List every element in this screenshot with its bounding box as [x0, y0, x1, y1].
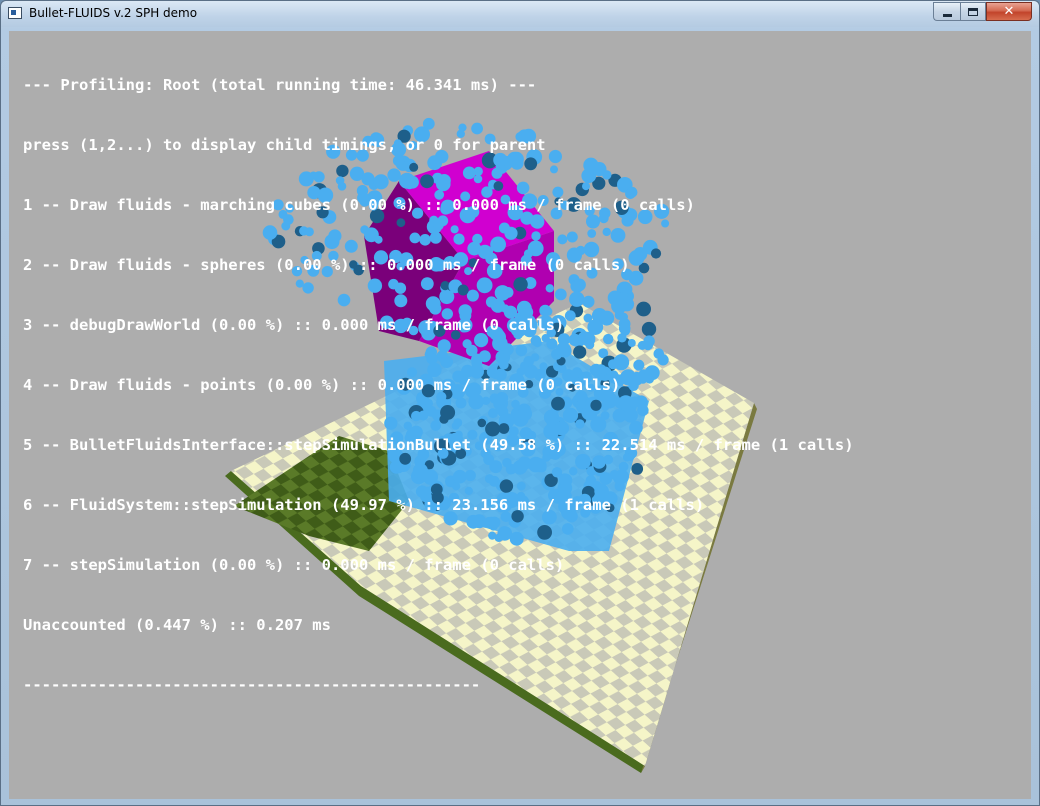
minimize-icon	[942, 14, 952, 17]
app-icon	[8, 7, 22, 19]
app-window: Bullet-FLUIDS v.2 SPH demo ✕ --- Profili…	[0, 0, 1040, 806]
profile-line: 6 -- FluidSystem::stepSimulation (49.97 …	[23, 496, 705, 514]
profile-line: Unaccounted (0.447 %) :: 0.207 ms	[23, 616, 331, 634]
maximize-icon	[968, 7, 978, 16]
minimize-button[interactable]	[933, 2, 960, 21]
profile-line: 4 -- Draw fluids - points (0.00 %) :: 0.…	[23, 376, 621, 394]
profiler-overlay: --- Profiling: Root (total running time:…	[23, 35, 854, 735]
close-icon: ✕	[1003, 4, 1015, 19]
profile-line: 2 -- Draw fluids - spheres (0.00 %) :: 0…	[23, 256, 630, 274]
profile-line: 3 -- debugDrawWorld (0.00 %) :: 0.000 ms…	[23, 316, 565, 334]
profile-line: --- Profiling: Root (total running time:…	[23, 76, 537, 94]
profile-line: press (1,2...) to display child timings,…	[23, 136, 546, 154]
title-bar[interactable]: Bullet-FLUIDS v.2 SPH demo ✕	[1, 1, 1039, 27]
profile-line: 5 -- BulletFluidsInterface::stepSimulati…	[23, 436, 854, 454]
profile-line: 7 -- stepSimulation (0.00 %) :: 0.000 ms…	[23, 556, 565, 574]
maximize-button[interactable]	[960, 2, 986, 21]
profile-line: 1 -- Draw fluids - marching cubes (0.00 …	[23, 196, 695, 214]
profile-line: ----------------------------------------…	[23, 676, 481, 694]
window-title: Bullet-FLUIDS v.2 SPH demo	[29, 6, 198, 20]
render-viewport[interactable]: --- Profiling: Root (total running time:…	[9, 31, 1031, 799]
close-button[interactable]: ✕	[986, 2, 1032, 21]
